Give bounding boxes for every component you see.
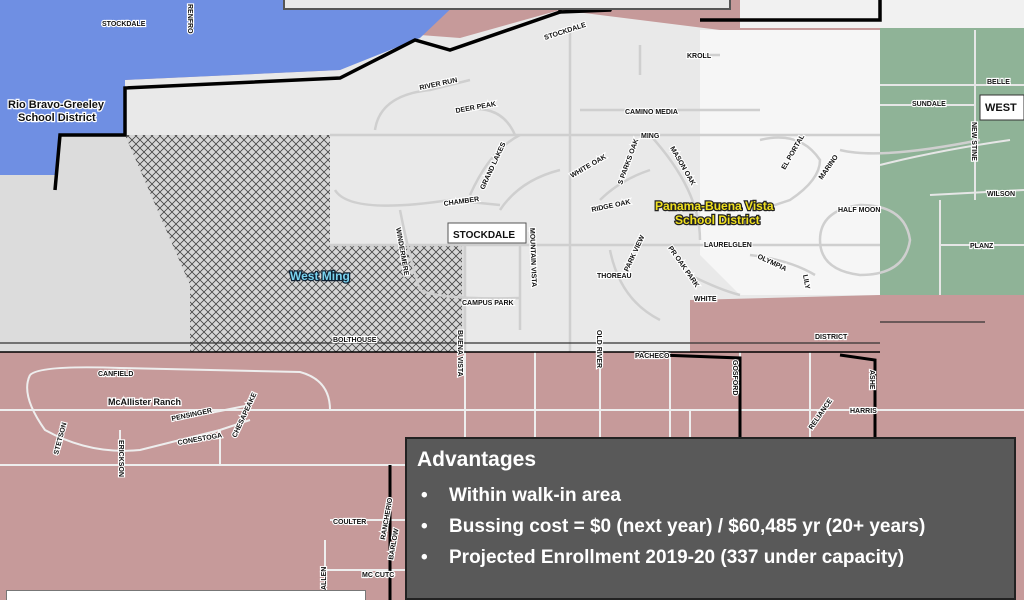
bullet: • xyxy=(421,485,428,506)
advantage-item: • Projected Enrollment 2019-20 (337 under… xyxy=(417,542,1004,573)
road-label-wilson: WILSON xyxy=(987,191,1015,198)
advantage-text: Within walk-in area xyxy=(449,485,621,506)
top-title-box xyxy=(283,0,731,10)
road-label-coulter: COULTER xyxy=(333,519,366,526)
advantages-title: Advantages xyxy=(417,448,537,471)
road-label-renfro: RENFRO xyxy=(186,4,193,34)
road-label-white: WHITE xyxy=(694,296,717,303)
west-box-label: WEST xyxy=(985,102,1017,114)
road-label-thoreau: THOREAU xyxy=(597,273,632,280)
school-district-map: WEST STOCKDALE Rio Bravo-Greeley School … xyxy=(0,0,1024,600)
road-label-harris: HARRIS xyxy=(850,408,877,415)
west-ming-label: West Ming xyxy=(290,269,350,283)
panama-label-line1: Panama-Buena Vista xyxy=(655,199,774,213)
advantage-text: Bussing cost = $0 (next year) / $60,485 … xyxy=(449,516,926,537)
road-label-canfield: CANFIELD xyxy=(98,371,133,378)
rio-bravo-label-line1: Rio Bravo-Greeley xyxy=(8,99,105,111)
top-right-area xyxy=(740,0,1024,28)
road-label-belle: BELLE xyxy=(987,79,1010,86)
advantage-item: • Within walk-in area xyxy=(417,480,1004,511)
advantage-item: • Bussing cost = $0 (next year) / $60,485… xyxy=(417,511,1004,542)
road-label-buena-vista: BUENA VISTA xyxy=(456,330,463,377)
mcallister-ranch-label: McAllister Ranch xyxy=(108,397,181,407)
bullet: • xyxy=(421,516,428,537)
road-label-laurelglen: LAURELGLEN xyxy=(704,242,752,249)
road-label-campus-park: CAMPUS PARK xyxy=(462,300,514,307)
road-label-ming: MING xyxy=(641,133,660,140)
road-label-gosford: GOSFORD xyxy=(731,360,738,395)
advantages-list: • Within walk-in area • Bussing cost = $0 … xyxy=(417,480,1004,573)
road-label-half-moon: HALF MOON xyxy=(838,207,880,214)
bottom-legend-box xyxy=(6,590,366,600)
road-label-stockdale-west: STOCKDALE xyxy=(102,21,146,28)
road-label-bolthouse: BOLTHOUSE xyxy=(333,337,377,344)
road-label-ashe: ASHE xyxy=(868,370,875,390)
road-label-allen: ALLEN xyxy=(321,567,328,590)
road-label-kroll: KROLL xyxy=(687,53,712,60)
road-label-sundale: SUNDALE xyxy=(912,101,946,108)
road-label-camino-media: CAMINO MEDIA xyxy=(625,109,678,116)
advantages-panel: Advantages • Within walk-in area • Bussing… xyxy=(405,437,1016,600)
road-label-old-river: OLD RIVER xyxy=(595,330,602,368)
road-label-district: DISTRICT xyxy=(815,334,848,341)
road-label-planz: PLANZ xyxy=(970,243,994,250)
stockdale-box-label: STOCKDALE xyxy=(453,230,515,241)
bullet: • xyxy=(421,547,428,568)
advantage-text: Projected Enrollment 2019-20 (337 under … xyxy=(449,547,905,568)
road-label-mc-cutcheon: MC CUTC xyxy=(362,572,394,579)
rio-bravo-label-line2: School District xyxy=(18,112,96,124)
panama-label-line2: School District xyxy=(675,213,760,227)
road-label-pacheco: PACHECO xyxy=(635,353,670,360)
road-label-erickson: ERICKSON xyxy=(117,440,124,477)
road-label-new-stine: NEW STINE xyxy=(970,122,977,161)
greenfield-area xyxy=(880,28,1024,295)
